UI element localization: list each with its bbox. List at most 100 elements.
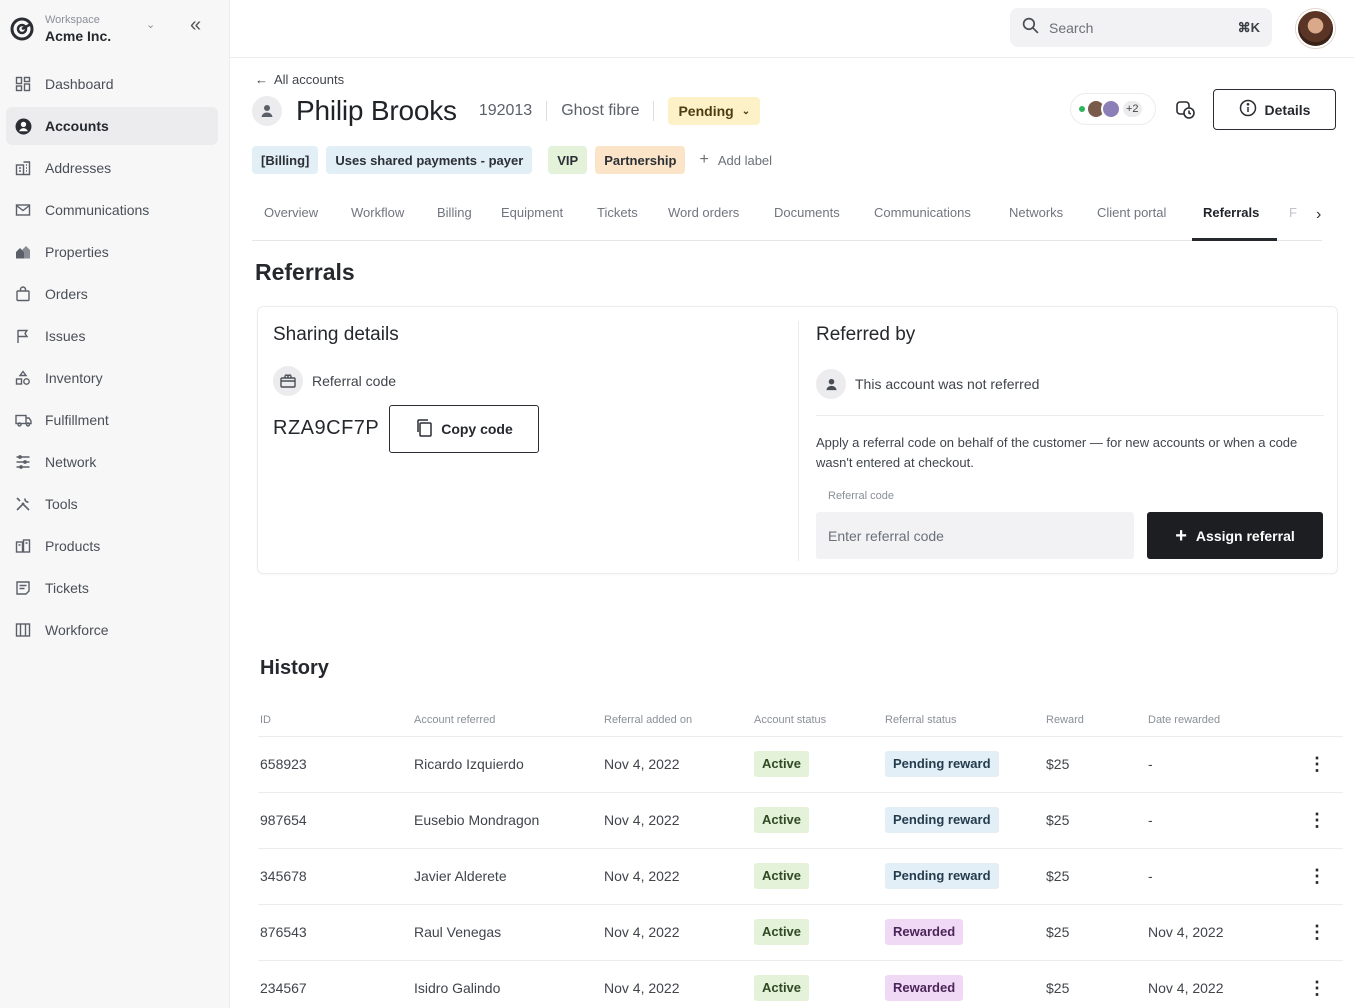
divider xyxy=(816,415,1324,416)
divider xyxy=(653,101,655,121)
members-extra-count: +2 xyxy=(1123,101,1142,117)
table-row[interactable]: 658923 Ricardo Izquierdo Nov 4, 2022 Act… xyxy=(258,736,1343,793)
column-header: Referral status xyxy=(883,704,1044,737)
breadcrumb-label: All accounts xyxy=(274,72,345,87)
label-shared-payments[interactable]: Uses shared payments - payer xyxy=(326,146,533,174)
sidebar-item-label: Fulfillment xyxy=(45,412,109,428)
table-row[interactable]: 987654 Eusebio Mondragon Nov 4, 2022 Act… xyxy=(258,792,1343,849)
cell-account-status: Active xyxy=(752,848,883,905)
assign-referral-label: Assign referral xyxy=(1195,527,1295,544)
referral-status-text: This account was not referred xyxy=(855,376,1040,392)
column-header: Referral added on xyxy=(602,704,752,737)
back-to-all-accounts-link[interactable]: ← All accounts xyxy=(255,72,344,87)
table-row[interactable]: 876543 Raul Venegas Nov 4, 2022 Active R… xyxy=(258,904,1343,961)
status-badge: Rewarded xyxy=(885,975,964,1001)
label-vip[interactable]: VIP xyxy=(548,146,588,174)
referral-code-input[interactable] xyxy=(816,512,1134,559)
plus-icon: + xyxy=(1175,524,1187,547)
more-options-icon[interactable]: ⋮ xyxy=(1289,904,1343,961)
tab-networks[interactable]: Networks xyxy=(1009,196,1063,241)
sidebar-item-inventory[interactable]: Inventory xyxy=(6,359,218,397)
arrow-left-icon: ← xyxy=(255,72,268,87)
tab-overflow[interactable]: F xyxy=(1289,196,1297,241)
more-options-icon[interactable]: ⋮ xyxy=(1289,736,1343,793)
more-options-icon[interactable]: ⋮ xyxy=(1289,792,1343,849)
chevron-down-icon: ⌄ xyxy=(741,105,751,117)
collapse-sidebar-icon[interactable]: « xyxy=(190,15,201,35)
table-row[interactable]: 234567 Isidro Galindo Nov 4, 2022 Active… xyxy=(258,960,1343,1008)
status-dropdown[interactable]: Pending ⌄ xyxy=(668,97,761,125)
cell-referral-status: Pending reward xyxy=(883,792,1044,849)
table-row[interactable]: 345678 Javier Alderete Nov 4, 2022 Activ… xyxy=(258,848,1343,905)
sidebar-item-products[interactable]: Products xyxy=(6,527,218,565)
cell-date-rewarded: - xyxy=(1146,736,1289,793)
tab-word-orders[interactable]: Word orders xyxy=(668,196,739,241)
person-icon xyxy=(816,369,846,399)
assign-referral-button[interactable]: + Assign referral xyxy=(1147,512,1323,559)
sidebar-item-label: Properties xyxy=(45,244,109,260)
tab-tickets[interactable]: Tickets xyxy=(597,196,638,241)
sidebar-item-label: Orders xyxy=(45,286,88,302)
online-indicator xyxy=(1079,106,1085,112)
sidebar-item-label: Inventory xyxy=(45,370,103,386)
cell-reward: $25 xyxy=(1044,848,1146,905)
info-icon xyxy=(1239,99,1257,120)
tab-documents[interactable]: Documents xyxy=(774,196,840,241)
search-input[interactable]: Search ⌘K xyxy=(1010,8,1272,47)
status-badge: Active xyxy=(754,863,810,889)
sidebar-item-dashboard[interactable]: Dashboard xyxy=(6,65,218,103)
chevron-down-icon[interactable]: ⌄ xyxy=(146,18,155,31)
account-members[interactable]: +2 xyxy=(1070,93,1156,125)
referral-code-row: Referral code xyxy=(273,366,396,396)
account-labels: [Billing] Uses shared payments - payer V… xyxy=(252,146,772,174)
cell-referral-status: Pending reward xyxy=(883,848,1044,905)
account-header: Philip Brooks 192013 Ghost fibre Pending… xyxy=(252,92,761,130)
cell-added: Nov 4, 2022 xyxy=(602,736,752,793)
tab-billing[interactable]: Billing xyxy=(437,196,472,241)
sidebar-item-tickets[interactable]: Tickets xyxy=(6,569,218,607)
watch-clock-icon[interactable] xyxy=(1174,98,1198,122)
more-options-icon[interactable]: ⋮ xyxy=(1289,848,1343,905)
sidebar-item-properties[interactable]: Properties xyxy=(6,233,218,271)
more-options-icon[interactable]: ⋮ xyxy=(1289,960,1343,1008)
copy-code-button[interactable]: Copy code xyxy=(389,405,539,453)
status-badge: Active xyxy=(754,807,810,833)
details-button[interactable]: Details xyxy=(1213,89,1336,130)
tab-client-portal[interactable]: Client portal xyxy=(1097,196,1166,241)
user-avatar[interactable] xyxy=(1296,9,1335,48)
account-number: 192013 xyxy=(478,102,533,119)
inventory-icon xyxy=(14,369,32,387)
sidebar-item-label: Tools xyxy=(45,496,78,512)
sidebar-item-issues[interactable]: Issues xyxy=(6,317,218,355)
sidebar-item-communications[interactable]: Communications xyxy=(6,191,218,229)
add-label-button[interactable]: + Add label xyxy=(699,151,772,169)
tab-referrals[interactable]: Referrals xyxy=(1192,196,1277,241)
workspace-switcher[interactable]: Workspace Acme Inc. xyxy=(8,8,111,50)
top-bar: Search ⌘K xyxy=(230,0,1354,58)
label-partnership[interactable]: Partnership xyxy=(595,146,686,174)
sidebar-item-workforce[interactable]: Workforce xyxy=(6,611,218,649)
tab-communications[interactable]: Communications xyxy=(874,196,971,241)
sidebar-item-tools[interactable]: Tools xyxy=(6,485,218,523)
sidebar-item-label: Accounts xyxy=(45,118,109,134)
sidebar-item-accounts[interactable]: Accounts xyxy=(6,107,218,145)
cell-added: Nov 4, 2022 xyxy=(602,792,752,849)
sidebar-item-fulfillment[interactable]: Fulfillment xyxy=(6,401,218,439)
cell-added: Nov 4, 2022 xyxy=(602,848,752,905)
table-header-row: ID Account referred Referral added on Ac… xyxy=(258,704,1343,737)
status-label: Pending xyxy=(678,103,734,119)
label-billing[interactable]: [Billing] xyxy=(252,146,319,174)
copy-code-label: Copy code xyxy=(441,421,513,437)
cell-account: Eusebio Mondragon xyxy=(412,792,602,849)
tab-equipment[interactable]: Equipment xyxy=(501,196,563,241)
gift-card-icon xyxy=(273,366,303,396)
sidebar-item-network[interactable]: Network xyxy=(6,443,218,481)
chevron-right-icon[interactable]: › xyxy=(1316,206,1321,224)
status-badge: Pending reward xyxy=(885,807,999,833)
tab-overview[interactable]: Overview xyxy=(264,196,318,241)
tab-workflow[interactable]: Workflow xyxy=(351,196,404,241)
sidebar-item-orders[interactable]: Orders xyxy=(6,275,218,313)
cell-id: 658923 xyxy=(258,736,412,793)
sidebar-item-label: Network xyxy=(45,454,97,470)
sidebar-item-addresses[interactable]: Addresses xyxy=(6,149,218,187)
